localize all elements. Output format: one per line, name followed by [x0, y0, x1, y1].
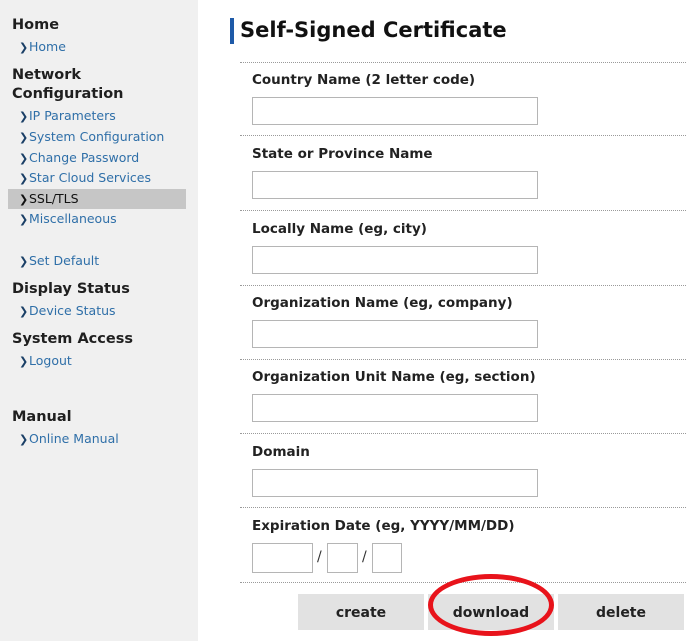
page-title: Self-Signed Certificate	[240, 18, 507, 42]
sidebar-section-display-status: Display Status	[12, 281, 130, 297]
organization-name-label: Organization Name (eg, company)	[252, 295, 513, 311]
sidebar-item-label: Logout	[29, 353, 72, 368]
locality-name-input[interactable]	[252, 246, 538, 274]
sidebar-item-ip-parameters[interactable]: ❯IP Parameters	[8, 106, 186, 126]
domain-input[interactable]	[252, 469, 538, 497]
title-accent-bar	[230, 18, 234, 44]
sidebar-item-label: Device Status	[29, 303, 116, 318]
locality-name-label: Locally Name (eg, city)	[252, 221, 427, 237]
sidebar-item-label: IP Parameters	[29, 108, 116, 123]
create-button[interactable]: create	[298, 594, 424, 630]
date-separator: /	[317, 549, 322, 565]
sidebar-item-label: SSL/TLS	[29, 191, 79, 206]
sidebar-item-label: Change Password	[29, 150, 140, 165]
chevron-right-icon: ❯	[19, 433, 29, 446]
sidebar-item-label: Online Manual	[29, 431, 119, 446]
chevron-right-icon: ❯	[19, 355, 29, 368]
domain-label: Domain	[252, 444, 310, 460]
chevron-right-icon: ❯	[19, 193, 29, 206]
sidebar-item-label: Set Default	[29, 253, 100, 268]
sidebar-section-manual: Manual	[12, 409, 72, 425]
chevron-right-icon: ❯	[19, 255, 29, 268]
chevron-right-icon: ❯	[19, 41, 29, 54]
sidebar-item-miscellaneous[interactable]: ❯Miscellaneous	[8, 209, 186, 229]
chevron-right-icon: ❯	[19, 110, 29, 123]
organization-name-input[interactable]	[252, 320, 538, 348]
divider	[240, 507, 686, 508]
divider	[240, 433, 686, 434]
sidebar-item-label: System Configuration	[29, 129, 165, 144]
expiration-day-input[interactable]	[372, 543, 402, 573]
country-name-label: Country Name (2 letter code)	[252, 72, 476, 88]
sidebar-section-home: Home	[12, 17, 60, 33]
sidebar-item-label: Star Cloud Services	[29, 170, 151, 185]
sidebar-item-label: Miscellaneous	[29, 211, 117, 226]
chevron-right-icon: ❯	[19, 305, 29, 318]
date-separator: /	[362, 549, 367, 565]
chevron-right-icon: ❯	[19, 213, 29, 226]
state-province-label: State or Province Name	[252, 146, 433, 162]
divider	[240, 582, 686, 583]
sidebar-item-change-password[interactable]: ❯Change Password	[8, 148, 186, 168]
sidebar-section-system-access: System Access	[12, 331, 133, 347]
divider	[240, 285, 686, 286]
expiration-year-input[interactable]	[252, 543, 313, 573]
sidebar-item-ssl-tls[interactable]: ❯SSL/TLS	[8, 189, 186, 209]
delete-button[interactable]: delete	[558, 594, 684, 630]
sidebar-item-label: Home	[29, 39, 66, 54]
country-name-input[interactable]	[252, 97, 538, 125]
sidebar: Home ❯Home Network Configuration ❯IP Par…	[0, 0, 198, 641]
chevron-right-icon: ❯	[19, 152, 29, 165]
expiration-month-input[interactable]	[327, 543, 358, 573]
sidebar-item-device-status[interactable]: ❯Device Status	[8, 301, 186, 321]
sidebar-item-set-default[interactable]: ❯Set Default	[8, 251, 186, 271]
sidebar-item-home[interactable]: ❯Home	[8, 37, 186, 57]
divider	[240, 62, 686, 63]
sidebar-item-logout[interactable]: ❯Logout	[8, 351, 186, 371]
organization-unit-input[interactable]	[252, 394, 538, 422]
state-province-input[interactable]	[252, 171, 538, 199]
sidebar-item-system-configuration[interactable]: ❯System Configuration	[8, 127, 186, 147]
sidebar-item-star-cloud-services[interactable]: ❯Star Cloud Services	[8, 168, 186, 188]
expiration-date-label: Expiration Date (eg, YYYY/MM/DD)	[252, 518, 515, 534]
organization-unit-label: Organization Unit Name (eg, section)	[252, 369, 536, 385]
download-button[interactable]: download	[428, 594, 554, 630]
chevron-right-icon: ❯	[19, 172, 29, 185]
sidebar-section-network: Network Configuration	[12, 67, 124, 102]
chevron-right-icon: ❯	[19, 131, 29, 144]
divider	[240, 210, 686, 211]
sidebar-item-online-manual[interactable]: ❯Online Manual	[8, 429, 186, 449]
divider	[240, 135, 686, 136]
divider	[240, 359, 686, 360]
